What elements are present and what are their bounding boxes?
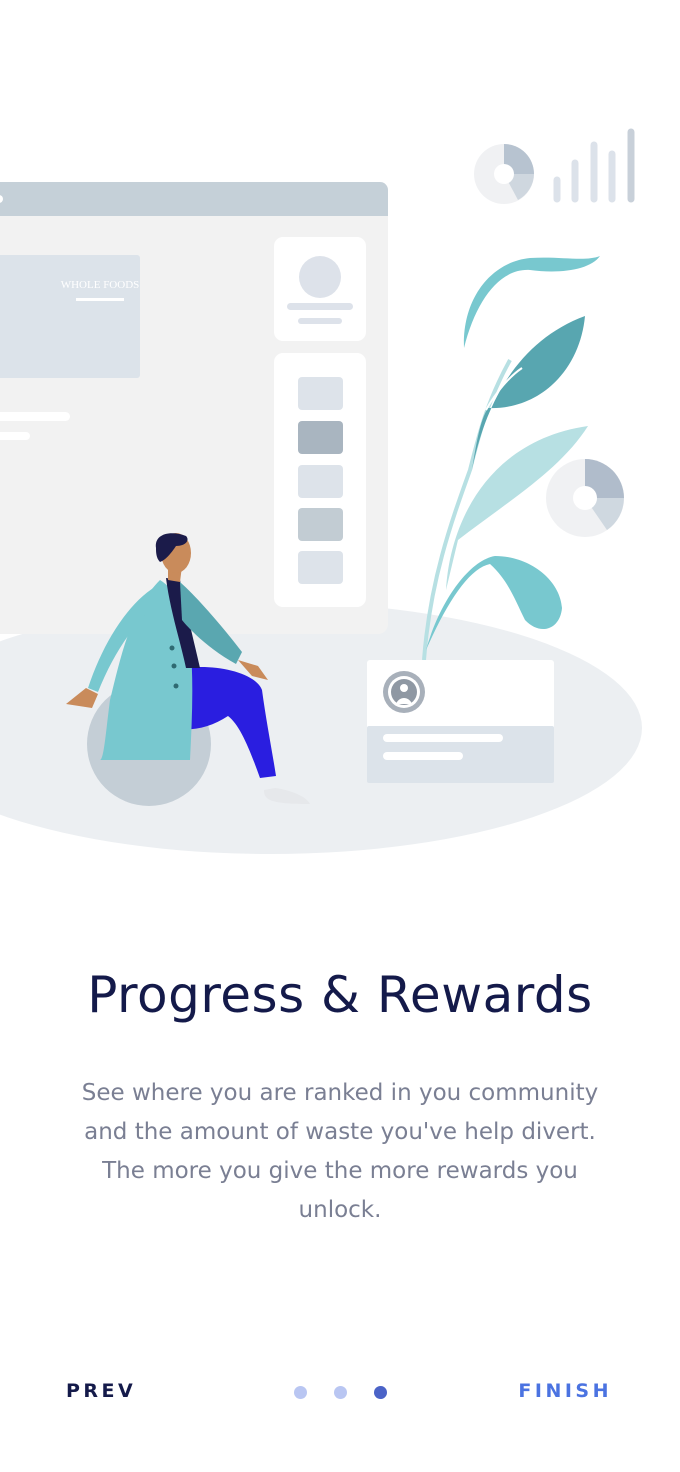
page-indicator bbox=[294, 1386, 387, 1399]
finish-button[interactable]: FINISH bbox=[518, 1380, 612, 1402]
brand-card-logo: WHOLE FOODS bbox=[61, 279, 140, 291]
list-card bbox=[274, 353, 366, 607]
text-placeholder bbox=[0, 412, 70, 421]
brand-card: WHOLE FOODS bbox=[0, 255, 140, 378]
page-dot[interactable] bbox=[294, 1386, 307, 1399]
pie-chart-icon bbox=[546, 459, 624, 537]
avatar-placeholder bbox=[299, 256, 341, 298]
onboarding-illustration: WHOLE FOODS bbox=[0, 128, 642, 854]
plant-illustration bbox=[422, 256, 600, 661]
donut-chart-icon bbox=[474, 144, 534, 204]
page-title: Progress & Rewards bbox=[87, 966, 593, 1024]
page-dot[interactable] bbox=[334, 1386, 347, 1399]
prev-button[interactable]: PREV bbox=[66, 1380, 136, 1402]
profile-card bbox=[274, 237, 366, 341]
page-dot-active[interactable] bbox=[374, 1386, 387, 1399]
text-placeholder bbox=[0, 432, 30, 440]
bar-chart-icon bbox=[553, 128, 635, 203]
page-description: See where you are ranked in you communit… bbox=[81, 1080, 599, 1223]
reward-card bbox=[367, 660, 554, 783]
